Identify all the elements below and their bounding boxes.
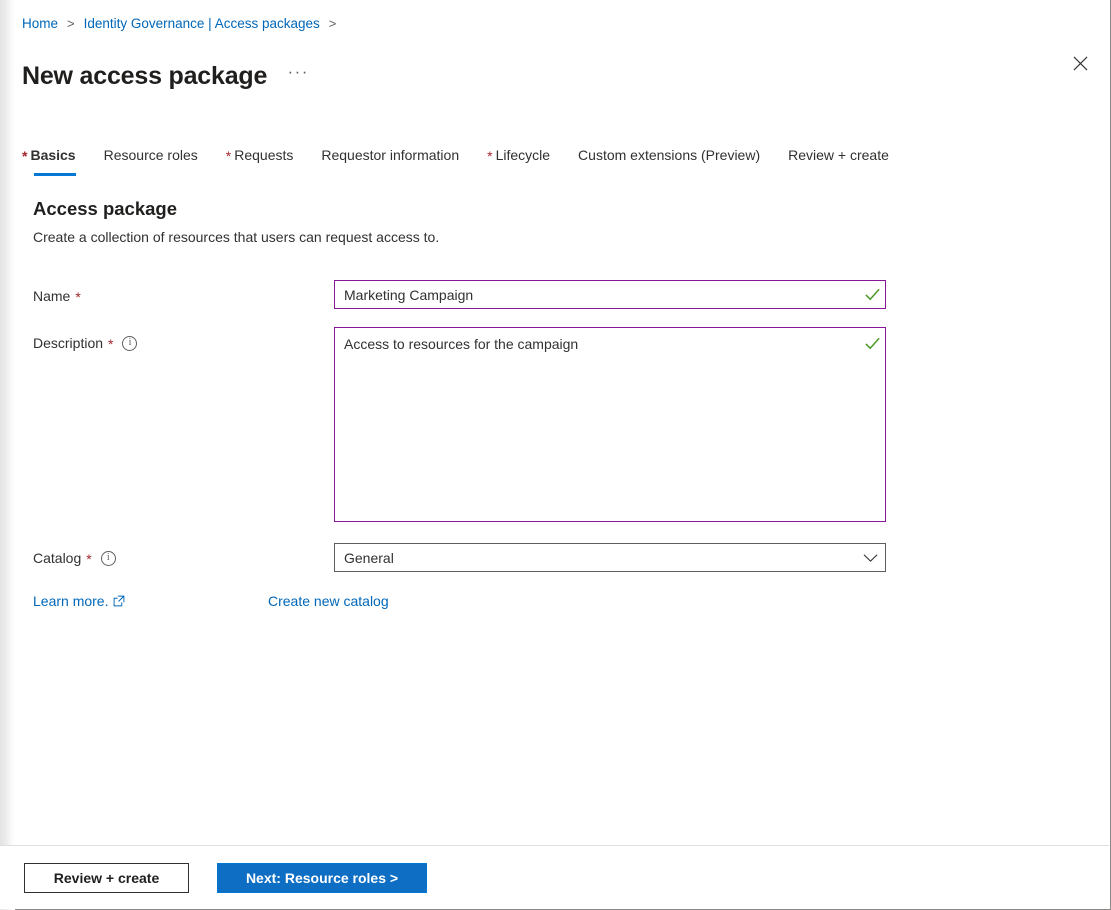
create-new-catalog-link[interactable]: Create new catalog (268, 593, 389, 609)
external-link-icon (113, 595, 125, 607)
tab-label: Requestor information (321, 147, 459, 163)
catalog-label: Catalog * i (33, 550, 116, 566)
review-create-button[interactable]: Review + create (24, 863, 189, 893)
section-title: Access package (33, 198, 177, 220)
tab-requests[interactable]: * Requests (226, 143, 294, 177)
catalog-dropdown[interactable]: General (334, 543, 886, 572)
chevron-down-icon (855, 553, 885, 563)
required-marker: * (108, 336, 113, 352)
blade-left-shadow (0, 0, 15, 910)
breadcrumb-separator-icon: > (329, 17, 337, 30)
name-field[interactable] (334, 280, 886, 309)
name-label: Name * (33, 288, 81, 304)
tab-custom-extensions[interactable]: Custom extensions (Preview) (578, 143, 760, 177)
tab-requestor-information[interactable]: Requestor information (321, 143, 459, 177)
footer-command-bar: Review + create Next: Resource roles > (0, 846, 1109, 909)
description-label: Description * i (33, 335, 137, 351)
name-label-text: Name (33, 288, 70, 304)
close-icon[interactable] (1064, 47, 1096, 79)
required-marker: * (75, 289, 80, 305)
more-options-icon[interactable]: ··· (285, 63, 311, 89)
section-subtitle: Create a collection of resources that us… (33, 229, 439, 245)
tab-basics[interactable]: * Basics (22, 143, 76, 177)
catalog-label-text: Catalog (33, 550, 81, 566)
description-label-text: Description (33, 335, 103, 351)
valid-check-icon (859, 286, 885, 303)
learn-more-label: Learn more. (33, 593, 108, 609)
page-title: New access package (22, 62, 267, 91)
valid-check-icon (859, 328, 885, 521)
wizard-tabs: * Basics Resource roles * Requests Reque… (22, 143, 917, 179)
tab-label: Requests (234, 147, 293, 163)
catalog-selected-value: General (335, 550, 855, 566)
breadcrumb-item-home[interactable]: Home (22, 16, 58, 31)
tab-label: Basics (30, 147, 75, 163)
name-input[interactable] (335, 281, 859, 308)
tab-label: Lifecycle (496, 147, 550, 163)
next-resource-roles-button[interactable]: Next: Resource roles > (217, 863, 427, 893)
info-icon[interactable]: i (122, 336, 137, 351)
blade-panel: Home > Identity Governance | Access pack… (0, 0, 1111, 910)
tab-label: Review + create (788, 147, 889, 163)
description-field[interactable] (334, 327, 886, 522)
required-marker: * (22, 149, 27, 163)
learn-more-link[interactable]: Learn more. (33, 593, 125, 609)
tab-label: Custom extensions (Preview) (578, 147, 760, 163)
required-marker: * (226, 149, 231, 163)
tab-review-create[interactable]: Review + create (788, 143, 889, 177)
description-textarea[interactable] (335, 328, 859, 521)
tab-lifecycle[interactable]: * Lifecycle (487, 143, 550, 177)
required-marker: * (487, 149, 492, 163)
tab-resource-roles[interactable]: Resource roles (104, 143, 198, 177)
breadcrumb: Home > Identity Governance | Access pack… (22, 13, 345, 33)
title-row: New access package ··· (22, 45, 311, 108)
required-marker: * (86, 551, 91, 567)
breadcrumb-separator-icon: > (67, 17, 75, 30)
tab-label: Resource roles (104, 147, 198, 163)
breadcrumb-item-identity-governance[interactable]: Identity Governance | Access packages (84, 16, 320, 31)
info-icon[interactable]: i (101, 551, 116, 566)
